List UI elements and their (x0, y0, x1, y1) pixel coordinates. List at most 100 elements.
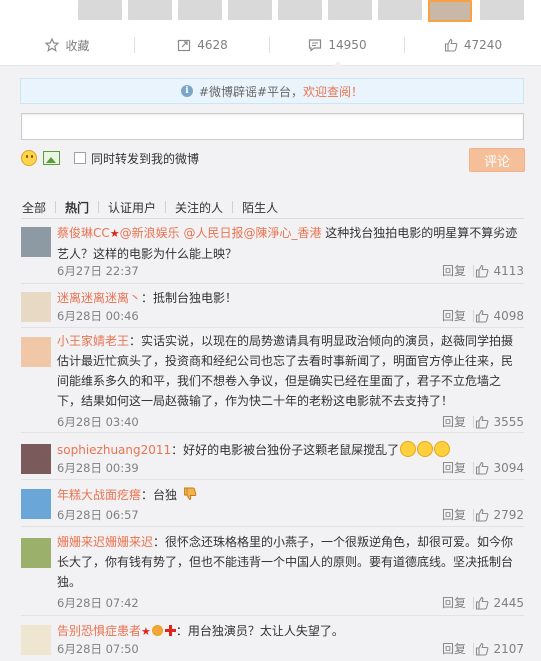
thumbnail-image[interactable] (178, 0, 222, 20)
repost-button[interactable]: 4628 (135, 24, 270, 66)
avatar[interactable] (21, 337, 51, 367)
info-icon: i (180, 85, 193, 97)
reply-button[interactable]: 回复 (442, 594, 466, 612)
comment-like-button[interactable]: 2107 (475, 640, 524, 658)
comment-like-button[interactable]: 3555 (475, 413, 524, 431)
rumor-notice-bar: i #微博辟谣#平台， 欢迎查阅！ (20, 78, 524, 104)
comment-item: 蔡俊琳CC★@新浪娱乐 @人民日报@陳淨心_香港 这种找台独拍电影的明星算不算劣… (21, 222, 524, 284)
comment-time: 6月28日 03:40 (57, 415, 139, 429)
thumbs-up-icon (476, 415, 489, 429)
thumbnail-image[interactable] (78, 0, 122, 20)
comment-content: ：用台独演员？太让人失望了。 (175, 624, 344, 638)
comment-item: 小王家婧老王：实话实说，以现在的局势邀请具有明显政治倾向的演员，赵薇同学拍摄估计… (21, 329, 524, 433)
thumbs-up-icon (476, 508, 489, 522)
filter-hot[interactable]: 热门 (64, 199, 90, 216)
comment-time: 6月28日 06:57 (57, 508, 139, 522)
comment-text: 小王家婧老王：实话实说，以现在的局势邀请具有明显政治倾向的演员，赵薇同学拍摄估计… (57, 331, 524, 411)
comment-username[interactable]: 告别恐惧症患者 (57, 624, 141, 638)
comment-like-button[interactable]: 4113 (475, 262, 524, 280)
thumbs-up-icon (476, 309, 489, 323)
thumbnail-image[interactable] (328, 0, 372, 20)
comment-content: ：好好的电影被台独份子这颗老鼠屎搅乱了 (171, 443, 400, 457)
comment-like-button[interactable]: 2792 (475, 506, 524, 524)
divider (21, 218, 524, 219)
filter-following[interactable]: 关注的人 (174, 199, 224, 216)
reply-button[interactable]: 回复 (442, 262, 466, 280)
comment-filter-tabs: 全部 热门 认证用户 关注的人 陌生人 (21, 198, 279, 216)
comment-time: 6月28日 07:42 (57, 596, 139, 610)
thumbnail-image[interactable] (228, 0, 272, 20)
repost-count: 4628 (197, 38, 228, 52)
thumbnail-image[interactable] (378, 0, 422, 20)
reply-button[interactable]: 回复 (442, 413, 466, 431)
filter-strangers[interactable]: 陌生人 (241, 199, 279, 216)
thumbnail-image[interactable] (128, 0, 172, 20)
comment-like-count: 4113 (493, 264, 524, 278)
comment-item: 姗姗来迟姗姗来迟：很怀念还珠格格里的小燕子，一个很叛逆角色，却很可爱。如今你长大… (21, 532, 524, 616)
reply-button[interactable]: 回复 (442, 459, 466, 477)
comment-text: 年糕大战面疙瘩：台独 (57, 485, 524, 505)
comment-text: 告别恐惧症患者★ ：用台独演员？太让人失望了。 (57, 621, 524, 642)
reply-button[interactable]: 回复 (442, 506, 466, 524)
comment-time: 6月28日 00:46 (57, 309, 139, 323)
avatar[interactable] (21, 227, 51, 257)
red-cross-icon (164, 625, 176, 636)
comment-username[interactable]: sophiezhuang2011 (57, 443, 171, 457)
thumbs-up-icon (476, 461, 489, 475)
comment-username[interactable]: 姗姗来迟姗姗来迟 (57, 535, 153, 549)
star-icon (45, 38, 60, 52)
comment-username[interactable]: 年糕大战面疙瘩 (57, 488, 141, 502)
avatar[interactable] (21, 489, 51, 519)
thumbnail-image-selected[interactable] (428, 0, 472, 22)
comment-username[interactable]: 迷离迷离迷离丶 (57, 291, 141, 305)
comment-like-button[interactable]: 2445 (475, 594, 524, 612)
comment-like-count: 2445 (493, 596, 524, 610)
thumbs-up-icon (476, 264, 489, 278)
thumbnail-image[interactable] (480, 0, 524, 20)
also-repost-checkbox[interactable] (74, 152, 86, 164)
also-repost-label: 同时转发到我的微博 (91, 151, 200, 166)
reply-button[interactable]: 回复 (442, 640, 466, 658)
filter-all[interactable]: 全部 (21, 199, 47, 216)
submit-comment-button[interactable]: 评论 (469, 148, 525, 172)
comment-content: ：抵制台独电影！ (141, 291, 238, 305)
favorite-button[interactable]: 收藏 (0, 24, 135, 66)
comment-item: sophiezhuang2011：好好的电影被台独份子这颗老鼠屎搅乱了 6月28… (21, 436, 524, 480)
image-icon[interactable] (43, 151, 60, 165)
comment-item: 迷离迷离迷离丶：抵制台独电影！ 6月28日 00:46 回复 4098 (21, 284, 524, 328)
comment-text: 蔡俊琳CC★@新浪娱乐 @人民日报@陳淨心_香港 这种找台独拍电影的明星算不算劣… (57, 223, 524, 264)
notice-text: #微博辟谣#平台， (198, 84, 304, 99)
comment-text: sophiezhuang2011：好好的电影被台独份子这颗老鼠屎搅乱了 (57, 440, 524, 460)
filter-verified[interactable]: 认证用户 (107, 199, 157, 216)
comment-button[interactable]: 14950 (270, 24, 405, 67)
avatar[interactable] (21, 538, 51, 568)
weibo-action-bar: 收藏 4628 14950 47240 (0, 24, 541, 67)
avatar[interactable] (21, 625, 51, 655)
comment-like-button[interactable]: 3094 (475, 459, 524, 477)
comment-like-count: 3094 (493, 461, 524, 475)
avatar[interactable] (21, 292, 51, 322)
emoji-icon[interactable] (21, 150, 37, 166)
comment-username[interactable]: 小王家婧老王 (57, 334, 129, 348)
comment-mentions[interactable]: @新浪娱乐 @人民日报@陳淨心_香港 (120, 226, 322, 240)
like-count: 47240 (463, 38, 503, 52)
comment-time: 6月27日 22:37 (57, 264, 139, 278)
favorite-label: 收藏 (65, 38, 90, 53)
comment-input[interactable] (21, 113, 524, 140)
thumbnail-image[interactable] (278, 0, 322, 20)
comment-like-count: 2792 (493, 508, 524, 522)
reply-button[interactable]: 回复 (442, 307, 466, 325)
thumbs-up-icon (476, 642, 489, 656)
emoji-icon (400, 441, 417, 457)
notice-link[interactable]: 欢迎查阅！ (303, 83, 363, 100)
comment-text: 姗姗来迟姗姗来迟：很怀念还珠格格里的小燕子，一个很叛逆角色，却很可爱。如今你长大… (57, 532, 524, 592)
medal-icon (151, 625, 163, 636)
like-button[interactable]: 47240 (405, 24, 541, 66)
comment-username[interactable]: 蔡俊琳CC (57, 226, 110, 240)
comment-text: 迷离迷离迷离丶：抵制台独电影！ (57, 288, 524, 308)
avatar[interactable] (21, 444, 51, 474)
comment-like-button[interactable]: 4098 (475, 307, 524, 325)
comment-item: 告别恐惧症患者★ ：用台独演员？太让人失望了。 6月28日 07:50 回复 21… (21, 619, 524, 661)
thumbs-up-icon (444, 38, 458, 52)
comment-like-count: 2107 (493, 642, 524, 656)
